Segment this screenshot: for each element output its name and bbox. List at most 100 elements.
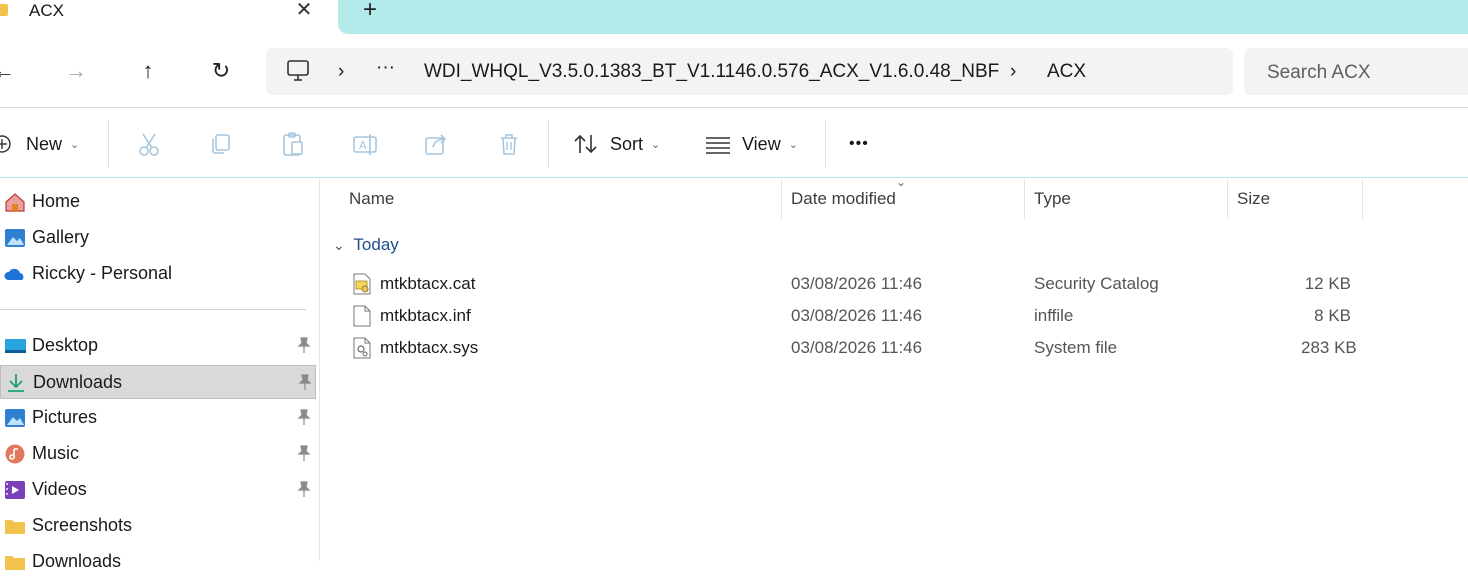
- search-input[interactable]: Search ACX: [1244, 48, 1468, 95]
- sidebar-item-music[interactable]: Music: [0, 437, 316, 471]
- breadcrumb-separator[interactable]: ›: [338, 61, 344, 83]
- pin-icon[interactable]: [296, 408, 312, 426]
- new-label: New: [26, 133, 63, 154]
- home-icon: [5, 193, 25, 212]
- view-list-icon: [706, 137, 730, 154]
- divider: [108, 120, 109, 168]
- file-type: System file: [1034, 338, 1118, 357]
- breadcrumb-separator[interactable]: ›: [1010, 61, 1016, 83]
- column-divider[interactable]: [1362, 179, 1363, 219]
- this-pc-icon: [287, 60, 309, 81]
- file-type: inffile: [1034, 306, 1074, 325]
- breadcrumb-overflow[interactable]: ···: [376, 57, 395, 79]
- more-options-button[interactable]: •••: [849, 128, 869, 160]
- group-header-today[interactable]: ⌄ Today: [333, 235, 399, 255]
- copy-icon[interactable]: [207, 130, 235, 158]
- divider: [548, 120, 549, 168]
- sort-button[interactable]: Sort ⌄: [573, 128, 660, 160]
- command-bar: New ⌄ A Sort ⌄ View ⌄ •••: [0, 108, 1468, 178]
- sidebar-item-pictures[interactable]: Pictures: [0, 401, 316, 435]
- tab-title: ACX: [29, 1, 64, 20]
- sidebar-item-screenshots[interactable]: Screenshots: [0, 509, 316, 543]
- sidebar-item-label: Home: [32, 191, 81, 211]
- search-placeholder: Search ACX: [1267, 62, 1371, 83]
- sidebar-item-videos[interactable]: Videos: [0, 473, 316, 507]
- cut-icon[interactable]: [135, 130, 163, 158]
- folder-icon: [5, 556, 25, 570]
- tab-strip: [338, 0, 1468, 34]
- new-tab-button[interactable]: +: [358, 0, 382, 22]
- back-button[interactable]: ←: [0, 56, 20, 88]
- sidebar-item-desktop[interactable]: Desktop: [0, 329, 316, 363]
- sidebar-divider: [0, 309, 306, 310]
- folder-icon: [5, 520, 25, 534]
- view-label: View: [742, 133, 781, 154]
- share-icon[interactable]: [423, 130, 451, 158]
- navigation-pane: Home Gallery Riccky - Personal Desktop D…: [0, 179, 320, 571]
- title-bar: ACX ✕ +: [0, 0, 1468, 34]
- chevron-down-icon: ⌄: [788, 138, 798, 151]
- delete-icon[interactable]: [495, 130, 523, 158]
- desktop-icon: [5, 339, 26, 353]
- up-button[interactable]: ↑: [132, 56, 164, 88]
- address-bar[interactable]: › ··· WDI_WHQL_V3.5.0.1383_BT_V1.1146.0.…: [266, 48, 1233, 95]
- group-label: Today: [353, 235, 399, 254]
- sidebar-item-label: Videos: [32, 479, 87, 499]
- sidebar-item-home[interactable]: Home: [0, 185, 316, 219]
- onedrive-cloud-icon: [4, 268, 24, 280]
- file-size: 12 KB: [1304, 274, 1351, 293]
- sidebar-item-downloads-folder[interactable]: Downloads: [0, 545, 316, 579]
- column-divider[interactable]: [1024, 179, 1025, 219]
- table-row[interactable]: mtkbtacx.sys 03/08/2026 11:46 System fil…: [321, 332, 1468, 364]
- pictures-icon: [5, 409, 25, 427]
- sidebar-item-downloads[interactable]: Downloads: [0, 365, 316, 399]
- sidebar-item-label: Music: [32, 443, 80, 463]
- column-divider[interactable]: [1227, 179, 1228, 219]
- svg-text:A: A: [359, 139, 367, 152]
- column-header-date[interactable]: Date modified: [791, 189, 896, 209]
- sidebar-item-label: Downloads: [32, 551, 122, 571]
- new-button[interactable]: New ⌄: [0, 128, 79, 160]
- file-size: 283 KB: [1301, 338, 1357, 357]
- tab-acx[interactable]: ACX ✕: [0, 0, 338, 34]
- pin-icon[interactable]: [296, 336, 312, 354]
- sidebar-item-label: Desktop: [32, 335, 99, 355]
- sidebar-item-label: Screenshots: [32, 515, 133, 535]
- file-list: Name ⌄ Date modified Type Size ⌄ Today m…: [321, 175, 1468, 561]
- videos-icon: [5, 481, 25, 499]
- sort-icon: [574, 134, 597, 154]
- chevron-down-icon: ⌄: [651, 138, 661, 151]
- breadcrumb-item[interactable]: WDI_WHQL_V3.5.0.1383_BT_V1.1146.0.576_AC…: [424, 61, 999, 83]
- breadcrumb-item[interactable]: ACX: [1047, 61, 1086, 83]
- system-file-icon: [353, 337, 371, 359]
- rename-icon[interactable]: A: [351, 130, 379, 158]
- sort-label: Sort: [610, 133, 644, 154]
- table-row[interactable]: mtkbtacx.cat 03/08/2026 11:46 Security C…: [321, 268, 1468, 300]
- column-header-size[interactable]: Size: [1237, 189, 1270, 209]
- file-date: 03/08/2026 11:46: [791, 338, 923, 357]
- file-size: 8 KB: [1314, 306, 1351, 325]
- sidebar-item-gallery[interactable]: Gallery: [0, 221, 316, 255]
- column-header-type[interactable]: Type: [1034, 189, 1071, 209]
- paste-icon[interactable]: [279, 130, 307, 158]
- pin-icon[interactable]: [296, 444, 312, 462]
- refresh-button[interactable]: ↻: [205, 56, 237, 88]
- sidebar-item-label: Downloads: [33, 372, 123, 392]
- sidebar-item-label: Riccky - Personal: [32, 263, 173, 283]
- column-divider[interactable]: [781, 179, 782, 219]
- pin-icon[interactable]: [297, 373, 313, 391]
- divider: [825, 120, 826, 168]
- close-tab-icon[interactable]: ✕: [293, 0, 315, 22]
- gallery-icon: [5, 229, 25, 247]
- chevron-down-icon: ⌄: [70, 138, 80, 151]
- forward-button[interactable]: →: [60, 56, 92, 88]
- security-catalog-icon: [353, 273, 371, 295]
- table-row[interactable]: mtkbtacx.inf 03/08/2026 11:46 inffile 8 …: [321, 300, 1468, 332]
- pin-icon[interactable]: [296, 480, 312, 498]
- sidebar-item-label: Pictures: [32, 407, 98, 427]
- file-name: mtkbtacx.cat: [380, 274, 476, 293]
- column-header-name[interactable]: Name: [349, 189, 394, 209]
- sidebar-item-onedrive[interactable]: Riccky - Personal: [0, 257, 316, 291]
- address-row: ← → ↑ ↻ › ··· WDI_WHQL_V3.5.0.1383_BT_V1…: [0, 34, 1468, 108]
- view-button[interactable]: View ⌄: [705, 128, 798, 160]
